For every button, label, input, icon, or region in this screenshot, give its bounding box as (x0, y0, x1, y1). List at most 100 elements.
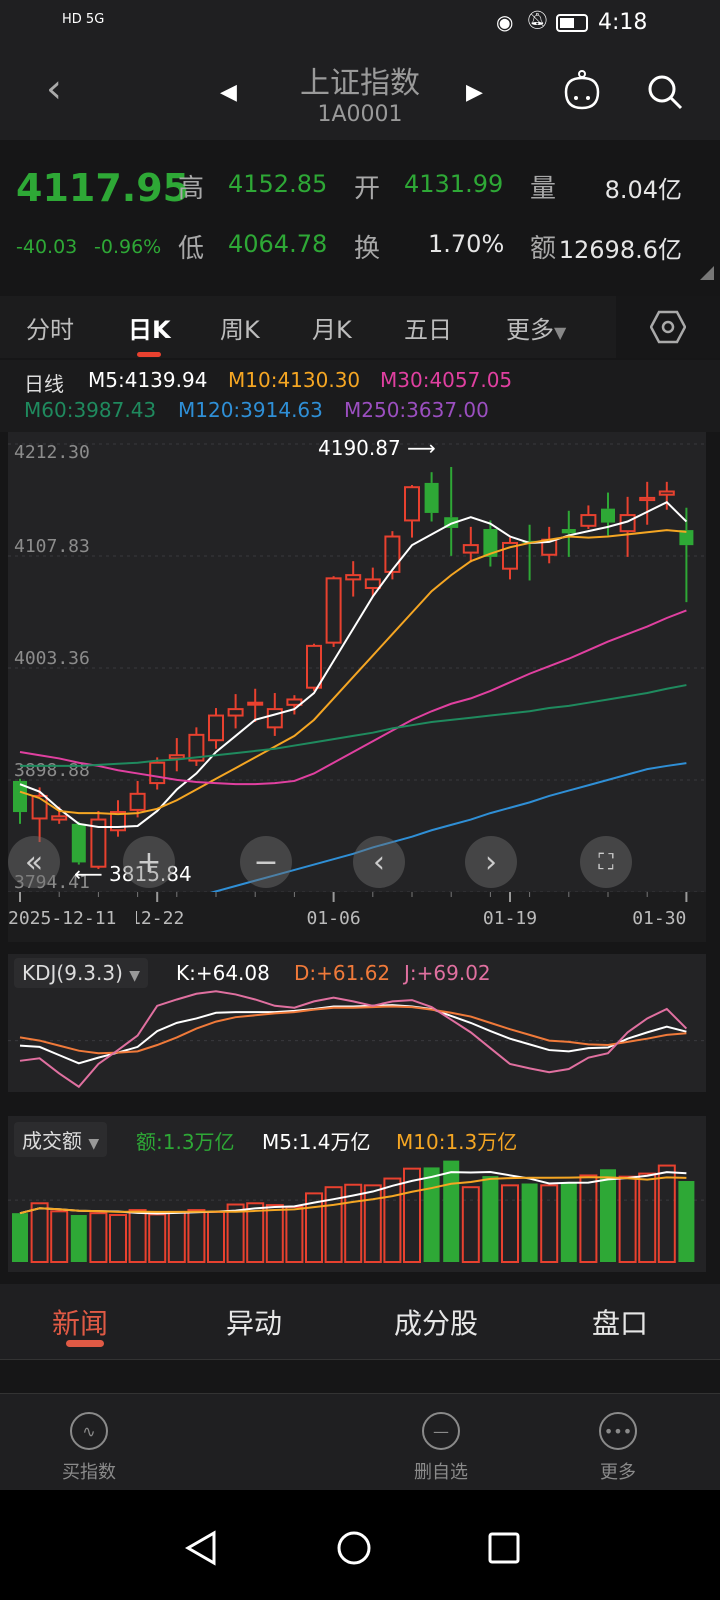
candle-down (71, 823, 86, 863)
tab-daily-k[interactable]: 日K (128, 310, 171, 345)
price-change-pct: -0.96% (94, 236, 162, 258)
chevron-left-icon: ‹ (373, 844, 385, 880)
dropdown-icon: ▼ (88, 1136, 100, 1152)
low-label: 低 (178, 234, 205, 264)
ma30-value: M30:4057.05 (380, 368, 513, 392)
amount-label: 额 (530, 234, 557, 264)
amount-m10: M10:1.3万亿 (396, 1130, 518, 1154)
price-change: -40.03 (16, 236, 78, 258)
mute-bell-icon: 🔕︎ (526, 10, 549, 31)
high-value: 4152.85 (228, 170, 328, 198)
amount-bar-up (265, 1204, 284, 1263)
tab-constituents[interactable]: 成分股 (394, 1302, 478, 1342)
amount-bar-down (482, 1176, 499, 1262)
clock: 4:18 (598, 10, 648, 35)
amount-bar-up (383, 1177, 402, 1263)
double-chevron-left-icon: « (24, 844, 44, 880)
ma-line-m30 (19, 609, 687, 786)
scroll-right-button[interactable]: › (465, 836, 517, 888)
fullscreen-icon: ⛶ (598, 849, 614, 875)
kdj-title: KDJ(9.3.3) (22, 961, 123, 985)
candle-up (208, 714, 224, 742)
amount-bar-up (618, 1175, 637, 1263)
tab-news[interactable]: 新闻 (52, 1302, 108, 1342)
tab-weekly-k[interactable]: 周K (220, 310, 260, 345)
fullscreen-button[interactable]: ⛶ (580, 836, 632, 888)
stock-code: 1A0001 (317, 102, 403, 127)
kdj-panel: KDJ(9.3.3) ▼ K:+64.08 D:+61.62 J:+69.02 (8, 954, 706, 1092)
search-icon[interactable] (645, 72, 685, 112)
next-stock-icon[interactable]: ▶ (466, 80, 483, 105)
kline-chart[interactable]: 4212.30 4107.83 4003.36 3898.88 3794.41 4190… (8, 432, 706, 908)
j-value: J:+69.02 (404, 961, 491, 985)
amount-bar-up (187, 1209, 206, 1263)
tab-anomalies[interactable]: 异动 (226, 1302, 282, 1342)
amount-panel: 成交额 ▼ 额:1.3万亿 M5:1.4万亿 M10:1.3万亿 (8, 1116, 706, 1272)
amount-bar-up (638, 1172, 657, 1263)
x-tick-label: 12-22 (130, 908, 184, 929)
nav-back-icon[interactable] (184, 1530, 220, 1566)
candle-up (345, 574, 362, 581)
more-dots-icon: ••• (599, 1412, 637, 1450)
status-bar: HD 5G ◉ 🔕︎ 4:18 (0, 0, 720, 48)
quote-panel: 4117.95 -40.03 -0.96% 高 4152.85 开 4131.9… (0, 140, 720, 290)
y-tick-label: 4107.83 (14, 536, 90, 557)
amount-bar-down (678, 1181, 695, 1262)
expand-icon[interactable] (700, 266, 714, 280)
candle-down (561, 529, 576, 534)
x-tick-label: 01-06 (307, 908, 361, 929)
tab-five-day[interactable]: 五日 (404, 310, 452, 345)
amount-bar-up (89, 1212, 108, 1263)
amount-current: 额:1.3万亿 (136, 1130, 235, 1154)
kdj-indicator-select[interactable]: KDJ(9.3.3) ▼ (14, 958, 149, 988)
tab-monthly-k[interactable]: 月K (312, 310, 352, 345)
scroll-left-button[interactable]: ‹ (353, 836, 405, 888)
amount-indicator-select[interactable]: 成交额 ▼ (14, 1122, 108, 1157)
robot-assistant-icon[interactable] (560, 68, 604, 114)
volume-label: 量 (530, 174, 557, 204)
candle-up (168, 754, 185, 760)
signal-indicators: HD 5G (62, 12, 105, 27)
kdj-line-k (19, 1004, 687, 1065)
plus-icon: + (136, 844, 162, 880)
prev-stock-icon[interactable]: ◀ (220, 80, 237, 105)
amount-bar-up (579, 1174, 598, 1263)
candle-up (306, 644, 322, 689)
period-label: 日线 (24, 372, 64, 396)
volume-value: 8.04亿 (604, 176, 682, 204)
turnover-value: 1.70% (428, 230, 505, 258)
remove-watchlist-button[interactable]: — 删自选 (396, 1412, 486, 1484)
more-button[interactable]: ••• 更多 (573, 1412, 663, 1484)
scroll-to-start-button[interactable]: « (8, 836, 60, 888)
tab-intraday[interactable]: 分时 (26, 310, 74, 345)
ma-line-m60 (20, 684, 687, 767)
candle-down (601, 508, 615, 523)
candle-up (129, 792, 146, 811)
back-icon[interactable]: ‹ (46, 66, 62, 112)
tab-order-book[interactable]: 盘口 (592, 1302, 648, 1342)
zoom-out-button[interactable]: − (240, 836, 292, 888)
amount-bar-up (226, 1203, 245, 1264)
amount-bar-up (207, 1210, 225, 1263)
max-price-value: 4190.87 (318, 436, 401, 460)
amount-bar-down (423, 1167, 440, 1262)
candle-up (580, 514, 597, 527)
page-title: 上证指数 (300, 66, 420, 101)
amount-bar-up (109, 1214, 127, 1263)
tab-more-label: 更多 (506, 316, 554, 344)
settings-hex-icon[interactable] (650, 309, 686, 345)
tab-more[interactable]: 更多▼ (506, 310, 566, 345)
high-label: 高 (178, 174, 205, 204)
amount-bar-down (443, 1160, 460, 1262)
buy-index-button[interactable]: ∿ 买指数 (44, 1412, 134, 1484)
x-tick-label: 01-19 (483, 908, 537, 929)
dropdown-icon: ▼ (554, 323, 567, 342)
amount-bar-up (461, 1186, 480, 1263)
k-value: K:+64.08 (176, 961, 270, 985)
zoom-in-button[interactable]: + (123, 836, 175, 888)
nav-home-icon[interactable] (336, 1530, 372, 1566)
amount-bar-up (128, 1209, 147, 1263)
ma10-value: M10:4130.30 (228, 368, 361, 392)
candle-up (247, 701, 264, 706)
nav-recents-icon[interactable] (486, 1530, 522, 1566)
